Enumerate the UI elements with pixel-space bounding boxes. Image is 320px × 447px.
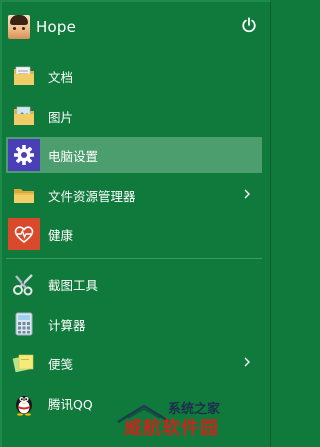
site-watermark: 系统之家 威航软件园	[114, 394, 269, 446]
snipping-tool-icon	[8, 268, 40, 300]
watermark-bottom-text: 威航软件园	[124, 418, 219, 439]
user-account-row[interactable]: Hope	[8, 12, 266, 42]
pc-settings-gear-icon	[8, 139, 40, 171]
menu-item-pc-settings[interactable]: 电脑设置	[6, 137, 262, 173]
chevron-right-icon[interactable]	[242, 355, 252, 369]
username: Hope	[36, 18, 77, 36]
documents-folder-icon	[8, 60, 40, 92]
menu-item-label: 健康	[48, 227, 74, 243]
health-heart-icon	[8, 218, 40, 250]
app-item-sticky-notes[interactable]: 便笺	[6, 345, 262, 381]
qq-penguin-icon	[8, 387, 40, 419]
menu-item-label: 文件资源管理器	[48, 188, 136, 204]
menu-item-label: 计算器	[48, 317, 86, 333]
calculator-icon	[8, 308, 40, 340]
menu-item-label: 文档	[48, 69, 74, 85]
file-explorer-icon	[8, 179, 40, 211]
chevron-right-icon[interactable]	[242, 187, 252, 201]
menu-item-pictures[interactable]: 图片	[6, 98, 262, 134]
sticky-notes-icon	[8, 347, 40, 379]
menu-item-label: 腾讯QQ	[48, 396, 93, 412]
menu-item-file-explorer[interactable]: 文件资源管理器	[6, 177, 262, 213]
menu-item-label: 电脑设置	[48, 148, 99, 164]
menu-item-label: 截图工具	[48, 277, 99, 293]
pictures-folder-icon	[8, 100, 40, 132]
menu-divider	[6, 258, 262, 259]
menu-item-label: 图片	[48, 109, 74, 125]
app-item-calculator[interactable]: 计算器	[6, 306, 262, 342]
menu-item-documents[interactable]: 文档	[6, 58, 262, 94]
start-menu: Hope 文档 图片 电脑设置 文件资源管理器 健康 截图工具 计算器 便笺 腾…	[0, 0, 271, 447]
power-icon[interactable]	[240, 16, 258, 34]
menu-item-label: 便笺	[48, 356, 74, 372]
menu-item-health[interactable]: 健康	[6, 216, 262, 252]
app-item-snipping-tool[interactable]: 截图工具	[6, 266, 262, 302]
user-avatar	[8, 15, 30, 39]
